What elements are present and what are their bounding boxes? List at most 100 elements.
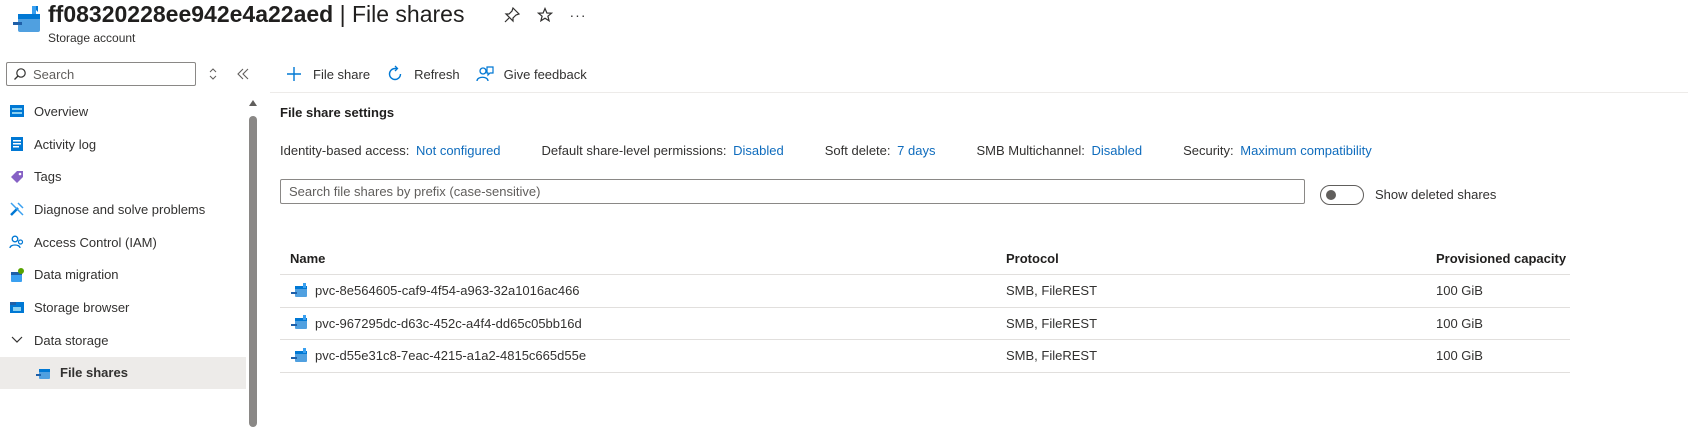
page-header: ff08320228ee942e4a22aed | File shares St…: [0, 0, 1688, 56]
sidebar-item-label: File shares: [60, 365, 128, 381]
column-header-protocol[interactable]: Protocol: [1006, 251, 1436, 266]
collapse-sidebar-icon[interactable]: [235, 66, 251, 82]
title-separator: |: [333, 1, 352, 27]
sidebar-item-label: Diagnose and solve problems: [34, 201, 206, 217]
chevron-down-icon: [8, 331, 26, 349]
page-name: File shares: [351, 1, 465, 27]
security-setting: Security: Maximum compatibility: [1183, 143, 1372, 158]
sidebar-item-tags[interactable]: Tags: [0, 160, 246, 193]
more-icon[interactable]: ···: [567, 4, 589, 26]
table-row[interactable]: pvc-d55e31c8-7eac-4215-a1a2-4815c665d55e…: [280, 340, 1570, 373]
plus-icon: [284, 64, 304, 84]
page-subtitle: Storage account: [48, 31, 136, 45]
refresh-button[interactable]: Refresh: [385, 64, 460, 84]
sidebar-group-data-storage[interactable]: Data storage: [0, 324, 246, 357]
protocol-cell: SMB, FileREST: [1006, 348, 1098, 364]
file-share-name-link[interactable]: pvc-967295dc-d63c-452c-a4f4-dd65c05bb16d: [315, 316, 582, 331]
capacity-cell: 100 GiB: [1436, 283, 1483, 299]
setting-label: Soft delete:: [824, 143, 891, 158]
name-cell: pvc-8e564605-caf9-4f54-a963-32a1016ac466: [280, 282, 1006, 299]
file-share-icon: [34, 364, 52, 382]
command-bar: File share Refresh Give feedback: [284, 62, 602, 86]
file-share-search-input[interactable]: [289, 184, 1304, 199]
wrench-icon: [8, 200, 26, 218]
name-cell: pvc-d55e31c8-7eac-4215-a1a2-4815c665d55e: [280, 347, 1006, 364]
overview-icon: [8, 102, 26, 120]
protocol-cell: SMB, FileREST: [1006, 283, 1098, 299]
table-row[interactable]: pvc-8e564605-caf9-4f54-a963-32a1016ac466…: [280, 275, 1570, 308]
file-share-icon: [291, 347, 307, 362]
setting-label: SMB Multichannel:: [976, 143, 1085, 158]
column-header-capacity[interactable]: Provisioned capacity: [1436, 251, 1570, 266]
storage-browser-icon: [8, 298, 26, 316]
add-file-share-button[interactable]: File share: [284, 64, 370, 84]
scrollbar-thumb[interactable]: [249, 116, 257, 427]
file-shares-table: Name Protocol Provisioned capacity pvc-8…: [280, 242, 1570, 373]
refresh-icon: [385, 64, 405, 84]
soft-delete-setting: Soft delete: 7 days: [825, 143, 936, 158]
setting-label: Default share-level permissions:: [541, 143, 727, 158]
sidebar-item-label: Tags: [34, 169, 62, 185]
pin-icon[interactable]: [501, 4, 523, 26]
file-share-name-link[interactable]: pvc-8e564605-caf9-4f54-a963-32a1016ac466: [315, 283, 580, 298]
data-migration-icon: [8, 266, 26, 284]
file-share-settings-heading: File share settings: [280, 105, 395, 120]
column-header-name[interactable]: Name: [280, 251, 1006, 266]
sidebar-item-iam[interactable]: Access Control (IAM): [0, 226, 246, 259]
sidebar-item-label: Storage browser: [34, 299, 130, 315]
sidebar-item-activity-log[interactable]: Activity log: [0, 128, 246, 161]
file-share-icon: [291, 282, 307, 297]
smb-multichannel-link[interactable]: Disabled: [1091, 143, 1142, 158]
give-feedback-button[interactable]: Give feedback: [475, 64, 587, 84]
file-share-settings: Identity-based access: Not configured De…: [280, 143, 1413, 158]
sidebar-scrollbar[interactable]: [248, 100, 258, 427]
share-level-permissions-setting: Default share-level permissions: Disable…: [542, 143, 784, 158]
resource-name: ff08320228ee942e4a22aed: [48, 1, 334, 27]
sidebar-item-label: Activity log: [34, 136, 97, 152]
file-share-search[interactable]: [280, 179, 1305, 204]
give-feedback-label: Give feedback: [503, 66, 587, 82]
scroll-up-icon[interactable]: [249, 100, 257, 106]
sidebar: Overview Activity log Tags Diagnose and …: [0, 58, 262, 427]
sidebar-item-storage-browser[interactable]: Storage browser: [0, 291, 246, 324]
star-icon[interactable]: [534, 4, 556, 26]
feedback-icon: [475, 64, 495, 84]
sidebar-item-diagnose[interactable]: Diagnose and solve problems: [0, 193, 246, 226]
activity-log-icon: [8, 135, 26, 153]
protocol-cell: SMB, FileREST: [1006, 315, 1098, 331]
sidebar-search-input[interactable]: [33, 66, 183, 82]
setting-label: Security:: [1183, 143, 1234, 158]
refresh-label: Refresh: [414, 66, 460, 82]
identity-based-access-setting: Identity-based access: Not configured: [280, 143, 501, 158]
sidebar-item-file-shares[interactable]: File shares: [0, 356, 246, 390]
show-deleted-shares-toggle[interactable]: [1320, 185, 1364, 205]
sidebar-item-label: Data migration: [34, 267, 119, 283]
sidebar-item-data-migration[interactable]: Data migration: [0, 258, 246, 291]
security-link[interactable]: Maximum compatibility: [1240, 143, 1371, 158]
file-share-app-icon: [13, 6, 40, 32]
command-bar-divider: [270, 92, 1688, 93]
sidebar-nav: Overview Activity log Tags Diagnose and …: [0, 95, 246, 390]
table-row[interactable]: pvc-967295dc-d63c-452c-a4f4-dd65c05bb16d…: [280, 308, 1570, 341]
file-share-name-link[interactable]: pvc-d55e31c8-7eac-4215-a1a2-4815c665d55e: [315, 348, 586, 363]
sidebar-item-label: Access Control (IAM): [34, 234, 157, 250]
add-file-share-label: File share: [313, 66, 371, 82]
tag-icon: [8, 168, 26, 186]
expand-collapse-icon[interactable]: [205, 66, 221, 82]
file-share-icon: [291, 315, 307, 330]
setting-label: Identity-based access:: [280, 143, 410, 158]
page-title: ff08320228ee942e4a22aed | File shares: [48, 0, 464, 28]
smb-multichannel-setting: SMB Multichannel: Disabled: [976, 143, 1142, 158]
show-deleted-shares-label: Show deleted shares: [1375, 187, 1497, 202]
sidebar-item-label: Overview: [34, 103, 89, 119]
share-level-permissions-link[interactable]: Disabled: [733, 143, 784, 158]
toggle-knob: [1326, 190, 1336, 200]
search-icon: [14, 68, 26, 80]
sidebar-search[interactable]: [6, 62, 196, 86]
sidebar-item-label: Data storage: [34, 332, 109, 348]
capacity-cell: 100 GiB: [1436, 348, 1483, 364]
soft-delete-link[interactable]: 7 days: [897, 143, 935, 158]
identity-based-access-link[interactable]: Not configured: [416, 143, 501, 158]
people-icon: [8, 233, 26, 251]
sidebar-item-overview[interactable]: Overview: [0, 95, 246, 128]
